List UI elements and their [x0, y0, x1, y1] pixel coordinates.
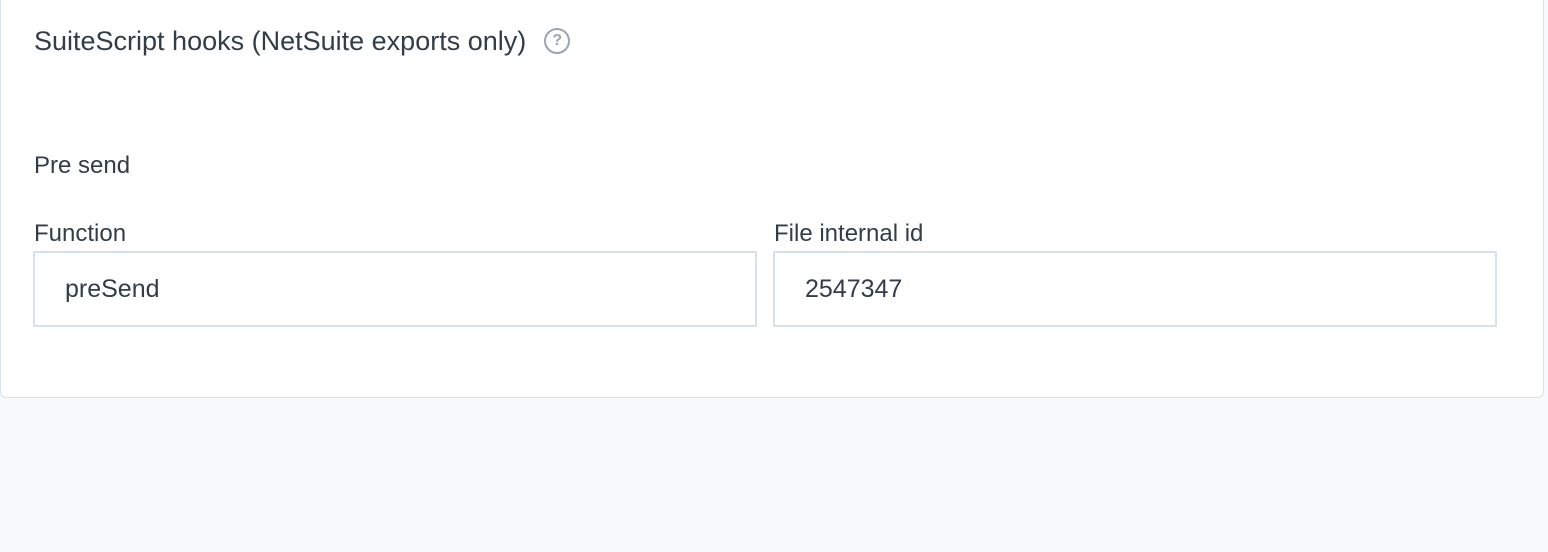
function-label: Function: [34, 220, 127, 247]
suitescript-hooks-panel: SuiteScript hooks (NetSuite exports only…: [0, 0, 1544, 398]
file-internal-id-label: File internal id: [774, 220, 924, 247]
section-title: SuiteScript hooks (NetSuite exports only…: [34, 26, 527, 56]
section-header: SuiteScript hooks (NetSuite exports only…: [34, 21, 571, 61]
file-internal-id-field-group: File internal id: [773, 217, 1497, 327]
function-field-group: Function: [33, 217, 757, 327]
help-icon[interactable]: ?: [544, 28, 571, 54]
pre-send-label: Pre send: [34, 152, 131, 179]
function-input[interactable]: [33, 251, 757, 327]
file-internal-id-input[interactable]: [773, 251, 1497, 327]
